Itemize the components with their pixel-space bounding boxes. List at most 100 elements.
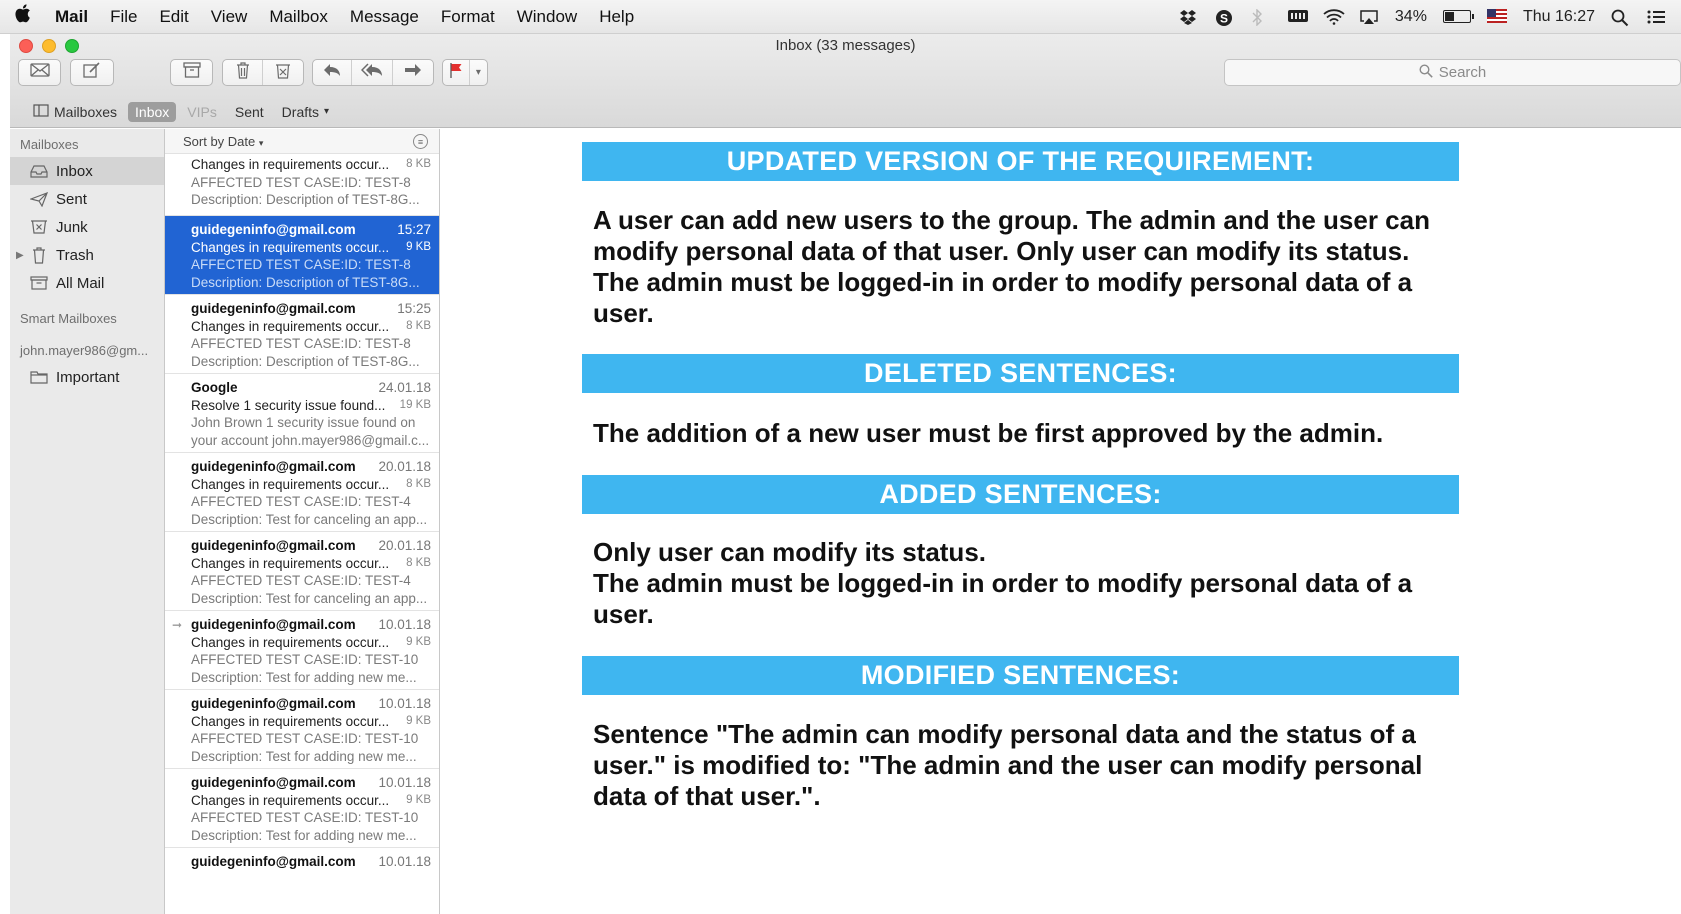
message-preview-2: Description: Test for canceling an app..… <box>191 590 428 606</box>
archive-button[interactable] <box>170 59 213 86</box>
menu-window[interactable]: Window <box>506 7 588 27</box>
mailbox-sidebar: Mailboxes Inbox Sent Junk ▶ Trash All Ma… <box>10 129 165 914</box>
message-size: 19 KB <box>399 398 431 411</box>
flag-button[interactable]: ▾ <box>442 59 488 86</box>
message-row-selected[interactable]: guidegeninfo@gmail.com 15:27 Changes in r… <box>165 216 439 295</box>
wifi-icon[interactable] <box>1323 8 1345 25</box>
message-row[interactable]: guidegeninfo@gmail.com 20.01.18 Changes i… <box>165 453 439 532</box>
chevron-down-icon: ▾ <box>475 67 481 78</box>
flag-seg[interactable] <box>443 60 470 85</box>
sidebar-item-all-mail[interactable]: All Mail <box>10 269 164 297</box>
message-preview-1: John Brown 1 security issue found on <box>191 415 416 430</box>
message-row[interactable]: guidegeninfo@gmail.com 20.01.18 Changes i… <box>165 532 439 611</box>
search-icon <box>1419 63 1433 82</box>
junk-bin-icon <box>275 62 291 84</box>
fav-vips[interactable]: VIPs <box>180 102 224 122</box>
message-list: Sort by Date ▾ ≡ Changes in requirements… <box>165 129 440 914</box>
fav-drafts[interactable]: Drafts ▾ <box>275 102 336 122</box>
message-subject: Changes in requirements occur... <box>191 318 390 334</box>
battery-fill <box>1444 12 1454 21</box>
bluetooth-icon[interactable] <box>1251 7 1271 27</box>
sidebar-toggle-icon <box>33 103 49 120</box>
compose-icon <box>83 62 101 83</box>
sort-menu[interactable]: Sort by Date ▾ <box>183 134 263 149</box>
junk-button[interactable] <box>263 60 303 85</box>
get-mail-button[interactable] <box>18 59 61 86</box>
notification-center-icon[interactable] <box>1647 9 1667 25</box>
compose-button[interactable] <box>70 59 114 86</box>
message-date: 20.01.18 <box>378 459 431 474</box>
sidebar-heading-account[interactable]: john.mayer986@gm... <box>10 337 164 363</box>
show-mailboxes-button[interactable]: Mailboxes <box>26 102 124 122</box>
spotlight-search-icon[interactable] <box>1611 9 1631 26</box>
fav-sent[interactable]: Sent <box>228 102 271 122</box>
message-size: 8 KB <box>406 319 431 332</box>
battery-percent[interactable]: 34% <box>1395 8 1427 26</box>
forward-button[interactable] <box>393 60 433 85</box>
battery-icon[interactable] <box>1442 10 1474 23</box>
sidebar-heading-smart-mailboxes[interactable]: Smart Mailboxes <box>10 305 164 331</box>
message-row[interactable]: guidegeninfo@gmail.com 10.01.18 Changes i… <box>165 769 439 848</box>
message-date: 10.01.18 <box>378 696 431 711</box>
sidebar-item-important[interactable]: Important <box>10 363 164 391</box>
chevron-down-icon: ▾ <box>258 137 264 148</box>
message-size: 9 KB <box>406 635 431 648</box>
menu-message[interactable]: Message <box>339 7 430 27</box>
airplay-icon[interactable] <box>1359 9 1379 25</box>
message-row[interactable]: Changes in requirements occur... 8 KB AFF… <box>165 154 439 216</box>
reply-forward-group <box>312 59 434 86</box>
fav-inbox[interactable]: Inbox <box>128 101 177 122</box>
reply-all-button[interactable] <box>352 60 393 85</box>
menu-mailbox[interactable]: Mailbox <box>258 7 339 27</box>
message-subject: Changes in requirements occur... <box>191 476 390 492</box>
disclosure-triangle-icon[interactable]: ▶ <box>16 250 24 261</box>
message-date: 10.01.18 <box>378 617 431 632</box>
menu-view[interactable]: View <box>200 7 259 27</box>
sidebar-item-junk[interactable]: Junk <box>10 213 164 241</box>
message-row[interactable]: ➞ guidegeninfo@gmail.com 10.01.18 Changes… <box>165 611 439 690</box>
message-preview-2: Description: Test for canceling an app..… <box>191 511 428 527</box>
archive-icon <box>30 276 48 290</box>
menu-edit[interactable]: Edit <box>148 7 199 27</box>
message-sender: guidegeninfo@gmail.com <box>191 301 356 316</box>
menu-format[interactable]: Format <box>430 7 506 27</box>
message-size: 8 KB <box>406 158 431 170</box>
message-date: 15:27 <box>397 222 431 237</box>
junk-icon <box>30 220 48 234</box>
menu-file[interactable]: File <box>99 7 148 27</box>
message-date: 24.01.18 <box>378 380 431 395</box>
flag-us-icon[interactable] <box>1486 8 1507 25</box>
section-body-deleted: The addition of a new user must be first… <box>593 418 1384 448</box>
message-preview-1: AFFECTED TEST CASE:ID: TEST-8 <box>191 336 411 351</box>
message-row[interactable]: guidegeninfo@gmail.com 10.01.18 <box>165 848 439 914</box>
sidebar-item-inbox[interactable]: Inbox <box>10 157 164 185</box>
trash-icon <box>236 61 250 84</box>
keyboard-icon[interactable] <box>1287 9 1308 25</box>
delete-button[interactable] <box>223 60 264 85</box>
dropbox-icon[interactable] <box>1179 9 1199 25</box>
sidebar-item-trash[interactable]: ▶ Trash <box>10 241 164 269</box>
section-heading-added: ADDED SENTENCES: <box>582 475 1459 514</box>
filter-icon[interactable]: ≡ <box>413 134 428 149</box>
menu-mail[interactable]: Mail <box>44 7 99 27</box>
message-subject: Changes in requirements occur... <box>191 792 390 808</box>
apple-menu-icon[interactable] <box>0 4 44 29</box>
message-row[interactable]: Google 24.01.18 Resolve 1 security issue … <box>165 374 439 453</box>
message-sender: guidegeninfo@gmail.com <box>191 696 356 711</box>
flag-menu-chevron[interactable]: ▾ <box>470 60 487 85</box>
message-preview-2: Description: Description of TEST-8G... <box>191 192 420 207</box>
section-heading-updated: UPDATED VERSION OF THE REQUIREMENT: <box>582 142 1459 181</box>
sidebar-item-sent[interactable]: Sent <box>10 185 164 213</box>
reply-button[interactable] <box>313 60 353 85</box>
reply-all-icon <box>360 63 383 82</box>
message-size: 9 KB <box>406 240 431 253</box>
sort-label: Sort by Date <box>183 133 256 149</box>
message-row[interactable]: guidegeninfo@gmail.com 10.01.18 Changes i… <box>165 690 439 769</box>
menu-help[interactable]: Help <box>588 7 645 27</box>
skype-icon[interactable]: S <box>1215 9 1235 26</box>
clock[interactable]: Thu 16:27 <box>1523 8 1595 26</box>
sidebar-item-label: Trash <box>56 246 94 264</box>
search-field[interactable]: Search <box>1224 59 1681 86</box>
message-sender: Google <box>191 380 238 395</box>
message-row[interactable]: guidegeninfo@gmail.com 15:25 Changes in r… <box>165 295 439 374</box>
